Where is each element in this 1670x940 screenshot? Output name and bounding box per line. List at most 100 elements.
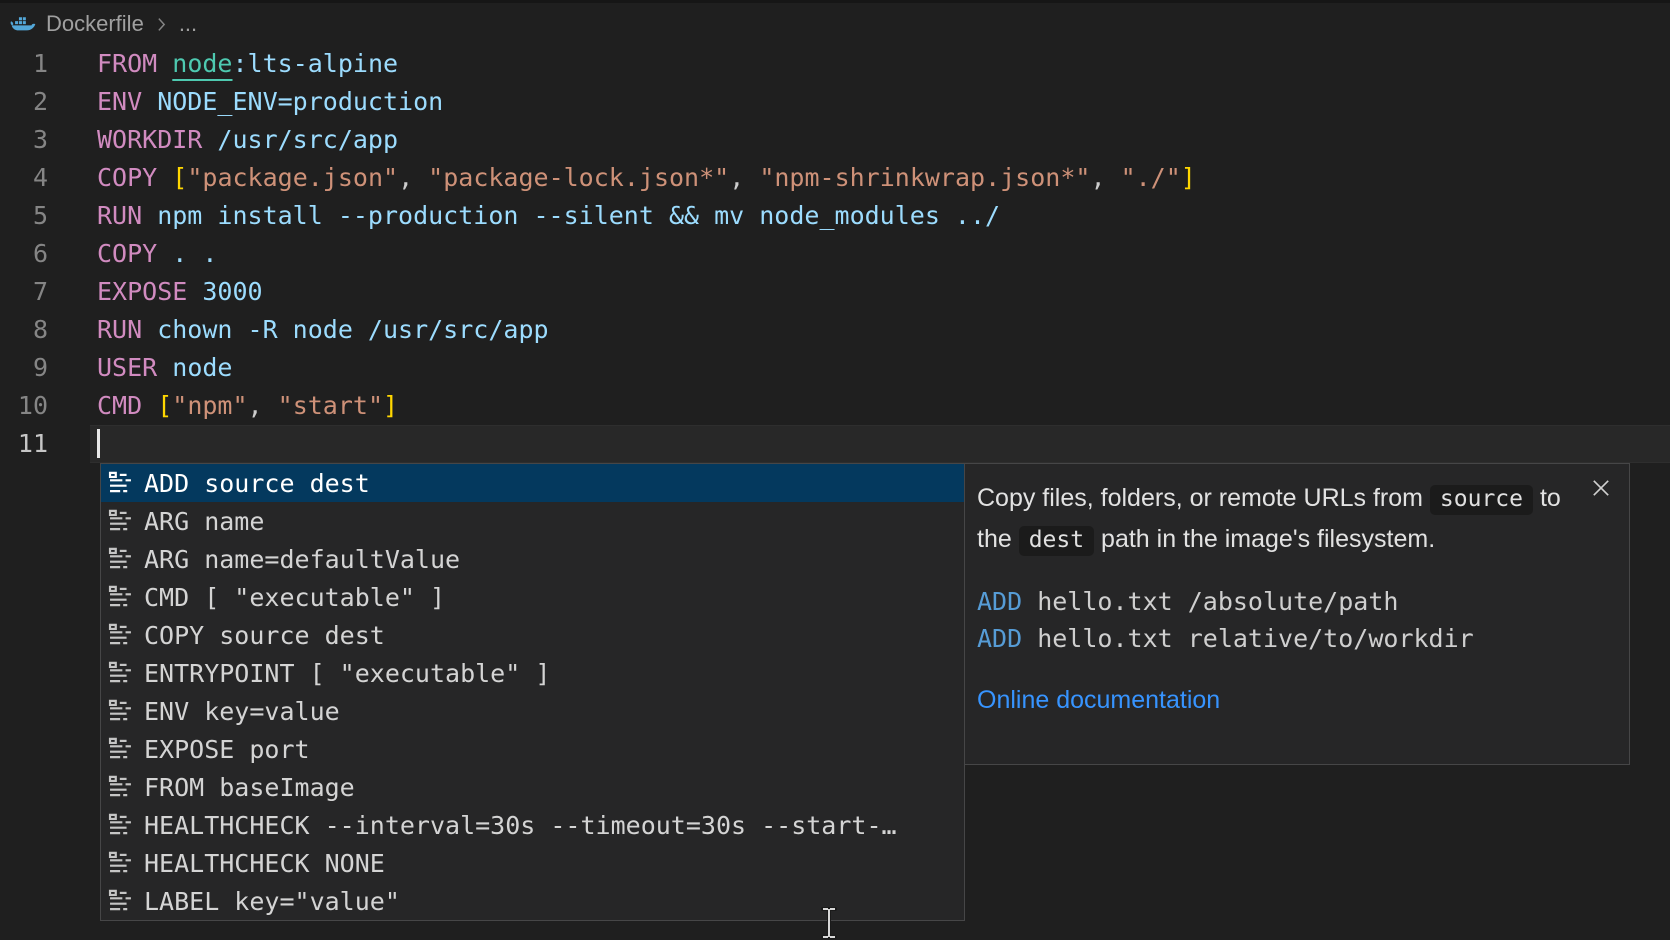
code-token: [: [172, 163, 187, 192]
code-token: COPY: [97, 239, 157, 268]
snippet-icon: [108, 736, 135, 763]
suggest-item[interactable]: HEALTHCHECK --interval=30s --timeout=30s…: [101, 806, 964, 844]
doc-code-keyword: ADD: [977, 587, 1022, 616]
line-number: 7: [0, 273, 48, 311]
suggest-item[interactable]: HEALTHCHECK NONE: [101, 844, 964, 882]
snippet-icon: [108, 812, 135, 839]
code-token: COPY: [97, 163, 157, 192]
code-token: . .: [157, 239, 217, 268]
suggest-item[interactable]: EXPOSE port: [101, 730, 964, 768]
line-number: 2: [0, 83, 48, 121]
snippet-icon: [108, 584, 135, 611]
code-line[interactable]: 11: [0, 425, 1670, 463]
online-documentation-link[interactable]: Online documentation: [977, 686, 1220, 715]
doc-code-line: ADD hello.txt relative/to/workdir: [977, 620, 1611, 657]
breadcrumb-more[interactable]: ...: [179, 11, 197, 37]
line-number: 3: [0, 121, 48, 159]
suggest-item-label: FROM baseImage: [144, 773, 355, 802]
code-token: /usr/src/app: [202, 125, 398, 154]
docker-whale-icon: [10, 14, 37, 35]
suggest-item[interactable]: ARG name: [101, 502, 964, 540]
code-text: [97, 425, 100, 463]
suggest-item-label: CMD [ "executable" ]: [144, 583, 445, 612]
suggest-item[interactable]: ENTRYPOINT [ "executable" ]: [101, 654, 964, 692]
line-number: 5: [0, 197, 48, 235]
suggest-item-label: ARG name: [144, 507, 264, 536]
suggest-item[interactable]: COPY source dest: [101, 616, 964, 654]
code-token: "npm": [172, 391, 247, 420]
code-line[interactable]: 3 WORKDIR /usr/src/app: [0, 121, 1670, 159]
breadcrumb-file[interactable]: Dockerfile: [46, 11, 144, 37]
doc-inline-code: source: [1430, 485, 1533, 515]
doc-code-keyword: ADD: [977, 624, 1022, 653]
suggest-item[interactable]: CMD [ "executable" ]: [101, 578, 964, 616]
snippet-icon: [108, 660, 135, 687]
code-token: ,: [729, 163, 759, 192]
suggest-item[interactable]: ADD source dest: [101, 464, 964, 502]
suggest-item-label: HEALTHCHECK --interval=30s --timeout=30s…: [144, 811, 897, 840]
line-number: 1: [0, 45, 48, 83]
code-token: node: [157, 353, 232, 382]
suggest-item-label: ARG name=defaultValue: [144, 545, 460, 574]
code-line[interactable]: 6COPY . .: [0, 235, 1670, 273]
code-token: CMD: [97, 391, 142, 420]
code-text: COPY . .: [97, 235, 217, 273]
code-line[interactable]: 8RUN chown -R node /usr/src/app: [0, 311, 1670, 349]
code-area[interactable]: 1FROM node:lts-alpine2ENV NODE_ENV=produ…: [0, 45, 1670, 463]
close-icon[interactable]: [1589, 476, 1613, 500]
line-number: 8: [0, 311, 48, 349]
doc-code-examples: ADD hello.txt /absolute/pathADD hello.tx…: [977, 583, 1611, 657]
suggest-widget-list[interactable]: ADD source dest ARG name ARG name=defaultV…: [100, 463, 965, 921]
suggest-item-label: ENV key=value: [144, 697, 340, 726]
code-token: WORKDIR: [97, 125, 202, 154]
suggest-item[interactable]: FROM baseImage: [101, 768, 964, 806]
suggest-item-label: EXPOSE port: [144, 735, 310, 764]
vscode-editor: { "breadcrumb": { "file": "Dockerfile", …: [0, 0, 1670, 940]
code-token: [157, 163, 172, 192]
code-line[interactable]: 1 FROM node:lts-alpine: [0, 45, 1670, 83]
suggest-docs-panel: Copy files, folders, or remote URLs from…: [964, 463, 1630, 765]
code-line[interactable]: 7EXPOSE 3000: [0, 273, 1670, 311]
suggest-item-label: LABEL key="value": [144, 887, 400, 916]
code-token: npm install --production --silent && mv …: [142, 201, 1000, 230]
code-line[interactable]: 2 ENV NODE_ENV=production: [0, 83, 1670, 121]
code-line[interactable]: 4COPY ["package.json", "package-lock.jso…: [0, 159, 1670, 197]
breadcrumb: Dockerfile ...: [0, 3, 1670, 45]
suggest-item[interactable]: ENV key=value: [101, 692, 964, 730]
code-token: FROM: [97, 49, 157, 78]
code-text: CMD ["npm", "start"]: [97, 387, 398, 425]
code-token: [: [157, 391, 172, 420]
suggest-item-label: HEALTHCHECK NONE: [144, 849, 385, 878]
doc-inline-code: dest: [1019, 526, 1094, 556]
code-token: ]: [1181, 163, 1196, 192]
code-token: EXPOSE: [97, 277, 187, 306]
code-token: ,: [398, 163, 428, 192]
code-token: :lts-alpine: [233, 49, 399, 78]
snippet-icon: [108, 850, 135, 877]
line-number: 11: [0, 425, 48, 463]
snippet-icon: [108, 888, 135, 915]
suggest-item[interactable]: ARG name=defaultValue: [101, 540, 964, 578]
code-token: NODE_ENV=production: [142, 87, 443, 116]
code-token: "./": [1121, 163, 1181, 192]
suggest-item-label: COPY source dest: [144, 621, 385, 650]
text-cursor-icon: [818, 906, 840, 940]
snippet-icon: [108, 698, 135, 725]
code-token: "package-lock.json*": [428, 163, 729, 192]
doc-text: Copy files, folders, or remote URLs from: [977, 484, 1430, 512]
code-token: [157, 49, 172, 78]
code-line[interactable]: 5 RUN npm install --production --silent &…: [0, 197, 1670, 235]
code-token: node: [172, 49, 232, 78]
line-number: 4: [0, 159, 48, 197]
doc-code-line: ADD hello.txt /absolute/path: [977, 583, 1611, 620]
code-token: RUN: [97, 201, 142, 230]
snippet-icon: [108, 508, 135, 535]
code-token: "npm-shrinkwrap.json*": [759, 163, 1090, 192]
code-line[interactable]: 9USER node: [0, 349, 1670, 387]
code-line[interactable]: 10CMD ["npm", "start"]: [0, 387, 1670, 425]
suggest-item-label: ENTRYPOINT [ "executable" ]: [144, 659, 550, 688]
code-token: USER: [97, 353, 157, 382]
code-text: USER node: [97, 349, 232, 387]
code-token: [142, 391, 157, 420]
code-token: ENV: [97, 87, 142, 116]
